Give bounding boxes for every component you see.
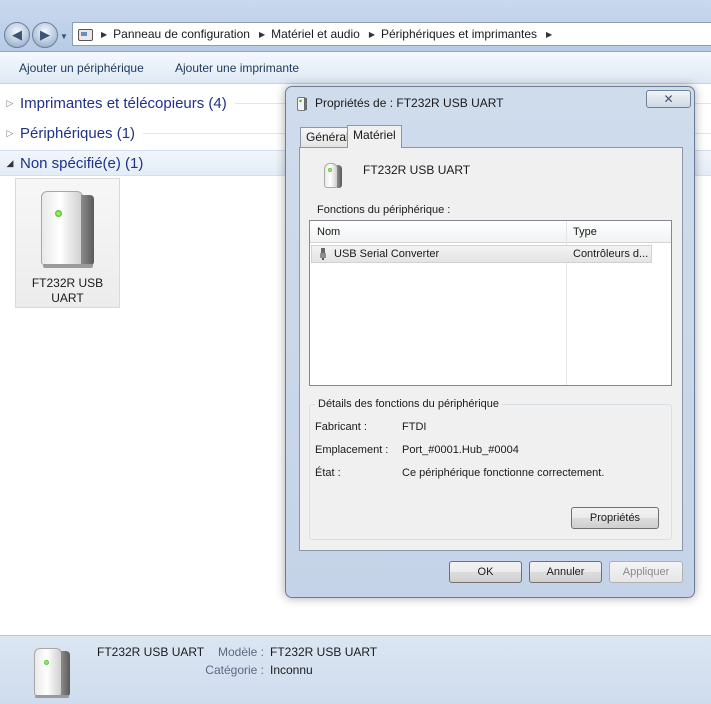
function-details-group: Détails des fonctions du périphérique Fa… (309, 398, 672, 540)
ok-button[interactable]: OK (449, 561, 522, 583)
breadcrumb[interactable]: ▶ Panneau de configuration ▶ Matériel et… (72, 22, 711, 46)
list-row[interactable]: USB Serial Converter Contrôleurs d... (311, 245, 652, 263)
row-name: USB Serial Converter (334, 248, 440, 260)
details-legend: Détails des fonctions du périphérique (315, 398, 503, 410)
expand-arrow-icon[interactable]: ▷ (0, 98, 20, 109)
device-functions-label: Fonctions du périphérique : (317, 204, 451, 216)
device-functions-list[interactable]: Nom Type USB Serial Converter Contrôleur… (309, 220, 672, 386)
location-label: Emplacement : (315, 444, 389, 456)
forward-arrow-icon: ▶ (40, 27, 50, 42)
collapse-arrow-icon[interactable]: ◢ (0, 158, 20, 169)
usb-device-icon (297, 97, 307, 111)
close-icon: ✕ (663, 92, 674, 106)
state-value: Ce périphérique fonctionne correctement. (402, 467, 605, 479)
usb-device-icon (41, 191, 96, 271)
details-model-key: Modèle : (217, 645, 264, 659)
device-tile-label-line2: UART (51, 291, 84, 305)
list-header: Nom Type (310, 221, 671, 243)
add-printer-button[interactable]: Ajouter une imprimante (175, 61, 299, 75)
device-tile-label-line1: FT232R USB (31, 276, 104, 290)
column-header-name[interactable]: Nom (310, 221, 566, 243)
usb-device-icon (324, 163, 344, 190)
add-device-button[interactable]: Ajouter un périphérique (19, 61, 144, 75)
crumb-separator-icon[interactable]: ▶ (259, 30, 265, 39)
crumb-control-panel[interactable]: Panneau de configuration (113, 27, 250, 41)
details-model-value: FT232R USB UART (270, 645, 378, 659)
device-tile-label: FT232R USB UART (16, 276, 119, 306)
group-label: Imprimantes et télécopieurs (4) (20, 94, 227, 112)
details-category-value: Inconnu (270, 663, 313, 677)
device-name: FT232R USB UART (363, 163, 471, 177)
address-bar: ◀ ▶ ▼ ▶ Panneau de configuration ▶ Matér… (0, 0, 711, 52)
crumb-separator-icon[interactable]: ▶ (101, 30, 107, 39)
back-arrow-icon: ◀ (12, 27, 22, 42)
manufacturer-label: Fabricant : (315, 421, 367, 433)
location-value: Port_#0001.Hub_#0004 (402, 444, 519, 456)
apply-button[interactable]: Appliquer (609, 561, 683, 583)
details-pane: FT232R USB UART Modèle : FT232R USB UART… (0, 635, 711, 704)
hardware-tab-panel: FT232R USB UART Fonctions du périphériqu… (299, 147, 683, 551)
device-tile-ft232r[interactable]: FT232R USB UART (15, 178, 120, 308)
usb-device-icon (34, 648, 72, 700)
group-label: Non spécifié(e) (1) (20, 154, 144, 172)
close-button[interactable]: ✕ (646, 90, 691, 108)
control-panel-icon (77, 27, 93, 41)
forward-button[interactable]: ▶ (32, 22, 58, 48)
expand-arrow-icon[interactable]: ▷ (0, 128, 20, 139)
properties-button[interactable]: Propriétés (571, 507, 659, 529)
manufacturer-value: FTDI (402, 421, 427, 433)
properties-dialog: Propriétés de : FT232R USB UART ✕ Généra… (285, 86, 695, 598)
row-type: Contrôleurs d... (573, 248, 649, 260)
crumb-separator-icon[interactable]: ▶ (546, 30, 552, 39)
usb-connector-icon (320, 248, 326, 260)
details-device-name: FT232R USB UART (97, 645, 205, 659)
details-category-key: Catégorie : (205, 663, 264, 677)
crumb-devices-printers[interactable]: Périphériques et imprimantes (381, 27, 537, 41)
crumb-separator-icon[interactable]: ▶ (369, 30, 375, 39)
group-label: Périphériques (1) (20, 124, 136, 142)
back-button[interactable]: ◀ (4, 22, 30, 48)
history-dropdown-icon[interactable]: ▼ (60, 32, 68, 41)
cancel-button[interactable]: Annuler (529, 561, 602, 583)
tab-hardware[interactable]: Matériel (347, 125, 402, 148)
command-bar: Ajouter un périphérique Ajouter une impr… (0, 52, 711, 84)
column-header-type[interactable]: Type (566, 221, 671, 243)
state-label: État : (315, 467, 341, 479)
dialog-title: Propriétés de : FT232R USB UART (315, 96, 504, 110)
crumb-hardware-sound[interactable]: Matériel et audio (271, 27, 360, 41)
